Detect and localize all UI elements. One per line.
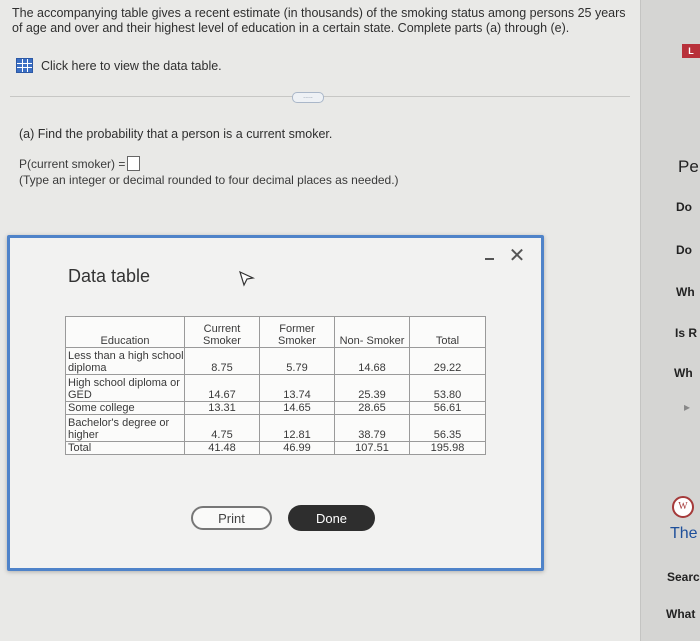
data-table: Education Current Smoker Former Smoker N…	[65, 316, 486, 455]
side-item[interactable]: Do	[676, 243, 692, 257]
table-cell: 195.98	[409, 441, 486, 455]
table-cell: 56.35	[409, 414, 486, 442]
table-row: Some college 13.31 14.65 28.65 56.61	[65, 401, 486, 415]
column-header: Total	[409, 316, 486, 348]
table-cell: Bachelor's degree or higher	[65, 414, 185, 442]
table-cell: 28.65	[334, 401, 410, 415]
side-item-arrow[interactable]: ▸	[684, 400, 690, 414]
table-cell: 38.79	[334, 414, 410, 442]
table-row: Less than a high school diploma 8.75 5.7…	[65, 347, 486, 375]
question-panel: The accompanying table gives a recent es…	[0, 0, 640, 641]
table-cell: 25.39	[334, 374, 410, 402]
table-cell: 41.48	[184, 441, 260, 455]
data-table-dialog: Data table ✕ Education Current Smoker Fo…	[7, 235, 544, 571]
table-header-row: Education Current Smoker Former Smoker N…	[65, 316, 486, 348]
table-cell: 12.81	[259, 414, 335, 442]
done-button[interactable]: Done	[288, 505, 375, 531]
side-item[interactable]: Searc	[667, 570, 700, 584]
table-cell: High school diploma or GED	[65, 374, 185, 402]
w-badge-icon: W	[672, 496, 694, 518]
table-cell: 14.65	[259, 401, 335, 415]
collapse-handle[interactable]: .....	[292, 92, 324, 103]
table-cell: 13.31	[184, 401, 260, 415]
table-grid-icon	[16, 58, 33, 73]
answer-line: P(current smoker) =	[19, 156, 141, 171]
question-intro: The accompanying table gives a recent es…	[12, 6, 626, 35]
side-item[interactable]: Do	[676, 200, 692, 214]
answer-label: P(current smoker) =	[19, 156, 126, 171]
table-cell: 13.74	[259, 374, 335, 402]
dialog-title: Data table	[68, 266, 151, 286]
print-button[interactable]: Print	[191, 506, 272, 530]
table-cell: 14.68	[334, 347, 410, 375]
column-header: Non- Smoker	[334, 316, 410, 348]
table-row: Total 41.48 46.99 107.51 195.98	[65, 441, 486, 455]
answer-input[interactable]	[127, 156, 141, 171]
data-link-label: Click here to view the data table.	[41, 58, 222, 73]
column-header: Current Smoker	[184, 316, 260, 348]
view-data-table-link[interactable]: Click here to view the data table.	[16, 58, 222, 73]
table-cell: 29.22	[409, 347, 486, 375]
brand-logo: L	[682, 44, 700, 58]
table-cell: 4.75	[184, 414, 260, 442]
column-header: Former Smoker	[259, 316, 335, 348]
table-row: Bachelor's degree or higher 4.75 12.81 3…	[65, 414, 486, 442]
close-button[interactable]: ✕	[507, 246, 527, 266]
table-cell: Some college	[65, 401, 185, 415]
table-cell: 14.67	[184, 374, 260, 402]
side-item[interactable]: What	[666, 607, 695, 621]
column-header: Education	[65, 316, 185, 348]
table-cell: 56.61	[409, 401, 486, 415]
table-cell: 8.75	[184, 347, 260, 375]
table-cell: Total	[65, 441, 185, 455]
table-cell: 46.99	[259, 441, 335, 455]
table-row: High school diploma or GED 14.67 13.74 2…	[65, 374, 486, 402]
table-cell: 5.79	[259, 347, 335, 375]
side-item[interactable]: The	[670, 525, 698, 543]
table-cell: 53.80	[409, 374, 486, 402]
side-panel	[640, 0, 700, 641]
answer-hint: (Type an integer or decimal rounded to f…	[19, 173, 399, 187]
side-item[interactable]: Is R	[675, 326, 697, 340]
mouse-cursor-icon	[239, 270, 256, 287]
side-item[interactable]: Wh	[674, 366, 693, 380]
part-a-prompt: (a) Find the probability that a person i…	[19, 127, 333, 141]
table-cell: Less than a high school diploma	[65, 347, 185, 375]
side-item[interactable]: Pe	[678, 157, 699, 177]
side-item[interactable]: Wh	[676, 285, 695, 299]
table-cell: 107.51	[334, 441, 410, 455]
minimize-button[interactable]	[482, 250, 498, 266]
